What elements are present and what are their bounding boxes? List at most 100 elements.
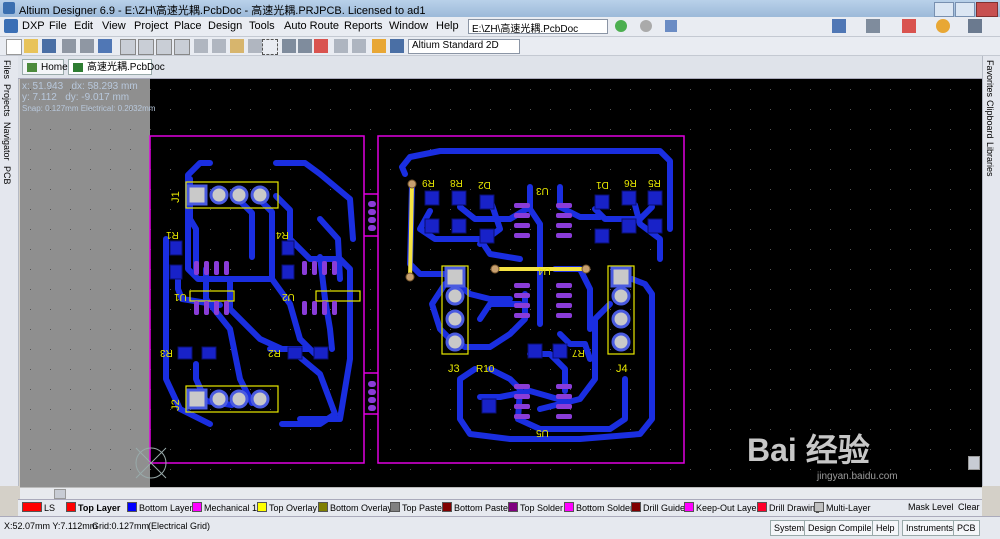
menu-help[interactable]: Help [436,20,459,32]
status-design-compiler-button[interactable]: Design Compiler [804,520,879,536]
layer-tab-bottom-overlay[interactable]: Bottom Overlay [318,502,392,513]
copy-icon[interactable] [212,39,226,53]
designator-j2: J2 [169,399,182,411]
watermark-url: jingyan.baidu.com [817,471,898,482]
layer-tab-top-overlay[interactable]: Top Overlay [257,502,317,513]
designator-r9: R9 [422,177,435,188]
redo-icon[interactable] [352,39,366,53]
panel-tab-files[interactable]: Files [2,60,12,79]
layer-tab-label: Bottom Solder [576,503,634,513]
menu-view[interactable]: View [102,20,126,32]
print-icon[interactable] [62,39,76,53]
layer-swatch [192,502,202,512]
layer-tab-mechanical-1[interactable]: Mechanical 1 [192,502,257,513]
tab-pcbdoc[interactable]: 高速光耦.PcbDoc [68,59,165,75]
open-folder-icon[interactable] [24,39,38,53]
print-preview-icon[interactable] [80,39,94,53]
view-mode-combo[interactable]: Altium Standard 2D [408,39,520,54]
designator-r5: R5 [648,177,661,188]
menu-tools[interactable]: Tools [249,20,275,32]
horizontal-scroll-thumb[interactable] [54,489,66,499]
baidu-watermark: Bai 经验 jingyan.baidu.com [747,425,898,482]
pad-tool-icon[interactable] [936,19,950,33]
nav-back-icon[interactable] [615,20,627,32]
menu-edit[interactable]: Edit [74,20,93,32]
chart-tool-icon[interactable] [832,19,846,33]
layer-tab-bottom-solder[interactable]: Bottom Solder [564,502,633,513]
layer-tab-top-paste[interactable]: Top Paste [390,502,442,513]
menu-bar: DXP File Edit View Project Place Design … [0,17,1000,37]
vertical-scroll-thumb[interactable] [968,456,980,470]
deselect-icon[interactable] [298,39,312,53]
undo-icon[interactable] [334,39,348,53]
layer-tab-bottom-paste[interactable]: Bottom Paste [442,502,508,513]
layer-tab-multi-layer[interactable]: Multi-Layer [814,502,871,513]
dxp-icon[interactable] [4,19,18,33]
new-file-icon[interactable] [6,39,22,55]
layer-tab-drill-drawing[interactable]: Drill Drawing [757,502,820,513]
status-instruments-button[interactable]: Instruments [902,520,958,536]
zoom-area-icon[interactable] [138,39,154,55]
layer-tab-top-layer[interactable]: Top Layer [66,502,120,513]
menu-dxp[interactable]: DXP [22,20,45,32]
zoom-fit-icon[interactable] [120,39,136,55]
tab-home-label: Home [41,62,68,73]
horizontal-scrollbar[interactable] [20,487,982,499]
save-icon[interactable] [42,39,56,53]
nav-forward-icon[interactable] [640,20,652,32]
layer-swatch [631,502,641,512]
cut-icon[interactable] [194,39,208,53]
layer-tab-drill-guide[interactable]: Drill Guide [631,502,685,513]
zoom-previous-icon[interactable] [174,39,190,55]
layer-tabs: LS Top Layer Bottom Layer Mechanical 1 T… [18,499,982,516]
status-system-button[interactable]: System [770,520,809,536]
layer-tab-keep-out-layer[interactable]: Keep-Out Layer [684,502,760,513]
menu-design[interactable]: Design [208,20,242,32]
home-icon[interactable] [665,20,677,32]
layer-tab-top-solder[interactable]: Top Solder [508,502,563,513]
layers-icon[interactable] [98,39,112,53]
menu-project[interactable]: Project [134,20,168,32]
panel-tab-libraries[interactable]: Libraries [985,142,995,177]
panel-tab-projects[interactable]: Projects [2,84,12,117]
clear-filter-icon[interactable] [314,39,328,53]
layer-tab-bottom-layer[interactable]: Bottom Layer [127,502,193,513]
interactive-route-icon[interactable] [902,19,916,33]
cross-probe-icon[interactable] [372,39,386,53]
document-tabs: Home 高速光耦.PcbDoc [18,56,982,79]
menu-window[interactable]: Window [389,20,428,32]
layer-swatch [257,502,267,512]
tab-home[interactable]: Home [22,59,68,75]
select-area-icon[interactable] [262,39,278,55]
rubber-stamp-icon[interactable] [248,39,262,53]
document-path-combo[interactable]: E:\ZH\高速光耦.PcbDoc [468,19,608,34]
panel-tab-clipboard[interactable]: Clipboard [985,100,995,139]
minimize-button[interactable] [934,2,954,17]
menu-reports[interactable]: Reports [344,20,383,32]
mask-level-button[interactable]: Mask Level [908,502,954,512]
panel-tab-favorites[interactable]: Favorites [985,60,995,97]
maximize-button[interactable] [955,2,975,17]
help-icon[interactable] [390,39,404,53]
align-tool-icon[interactable] [866,19,880,33]
clear-button[interactable]: Clear [958,502,980,512]
menu-file[interactable]: File [49,20,67,32]
move-icon[interactable] [282,39,296,53]
zoom-selected-icon[interactable] [156,39,172,55]
status-help-button[interactable]: Help [872,520,899,536]
dimension-tool-icon[interactable] [968,19,982,33]
paste-icon[interactable] [230,39,244,53]
layer-swatch [127,502,137,512]
layer-tab-ls[interactable]: LS [22,502,55,513]
menu-place[interactable]: Place [174,20,202,32]
panel-tab-navigator[interactable]: Navigator [2,122,12,161]
layer-swatch [66,502,76,512]
panel-tab-pcb[interactable]: PCB [2,166,12,185]
layer-swatch [318,502,328,512]
layer-tab-label: Multi-Layer [826,503,871,513]
app-icon [3,2,15,14]
menu-auto-route[interactable]: Auto Route [284,20,339,32]
designator-j4: J4 [616,363,628,375]
close-button[interactable] [976,2,998,17]
status-pcb-button[interactable]: PCB [953,520,980,536]
